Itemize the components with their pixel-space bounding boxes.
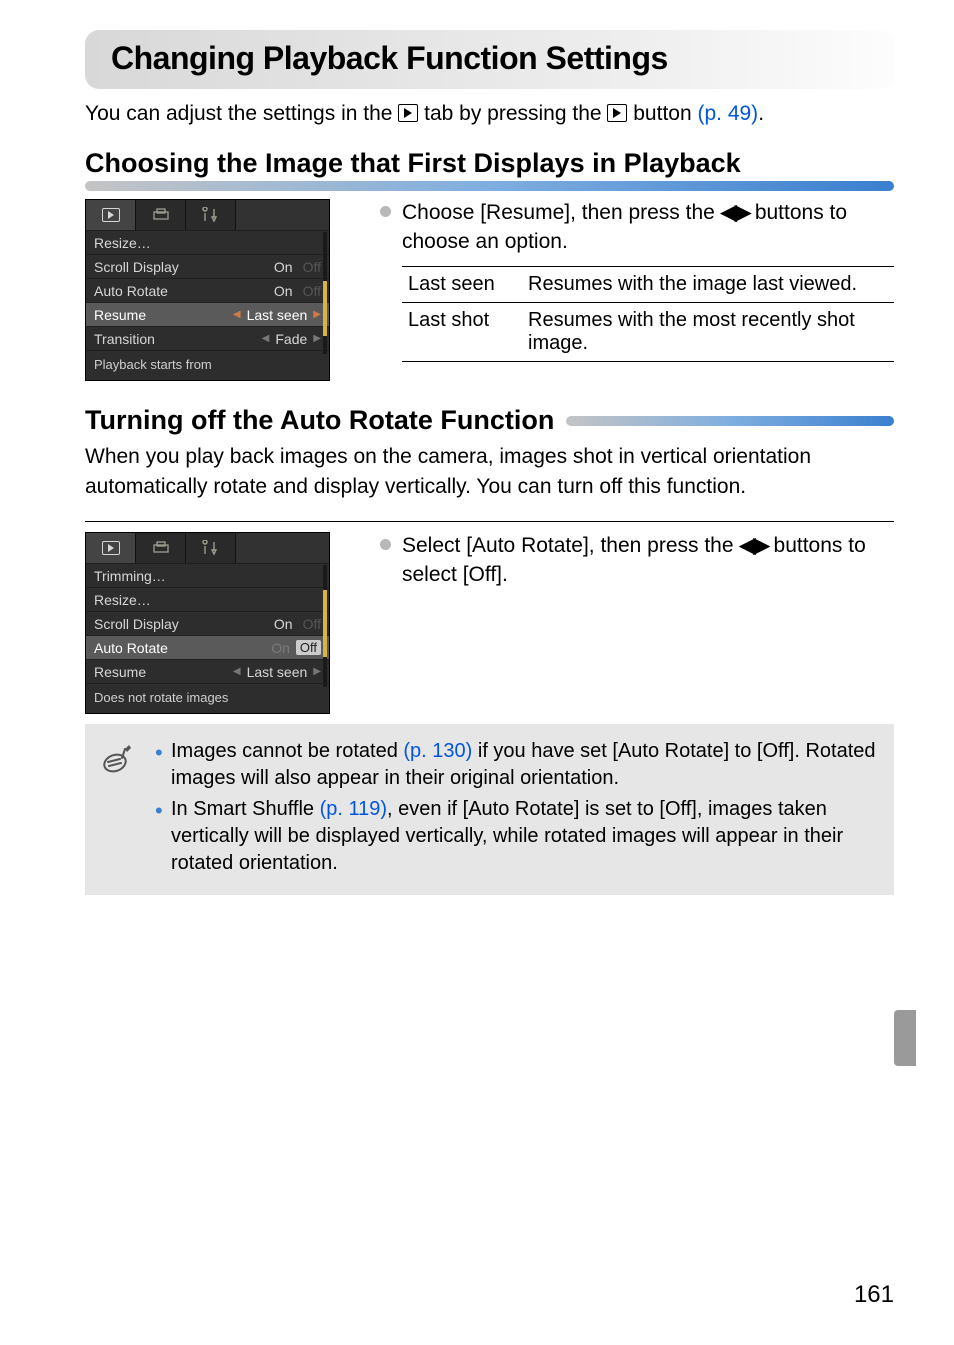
heading-rule	[566, 416, 894, 426]
lcd-row-label: Resume	[94, 307, 146, 323]
tools-icon	[202, 540, 220, 556]
lcd-row-value: ◀Last seen▶	[233, 307, 321, 323]
note-box: Images cannot be rotated (p. 130) if you…	[85, 724, 894, 895]
playback-icon	[102, 208, 120, 222]
lcd-hint: Does not rotate images	[86, 683, 329, 713]
lcd-tab-setup	[186, 533, 236, 563]
note-item: In Smart Shuffle (p. 119), even if [Auto…	[155, 796, 876, 877]
option-key: Last shot	[402, 303, 522, 362]
page-ref-link[interactable]: (p. 49)	[697, 102, 758, 125]
section-title: Choosing the Image that First Displays i…	[85, 148, 741, 178]
lcd-tab-setup	[186, 200, 236, 230]
option-desc: Resumes with the most recently shot imag…	[522, 303, 894, 362]
lcd-menu-row: Transition ◀Fade▶	[86, 326, 329, 350]
text: You can adjust the settings in the	[85, 102, 398, 125]
lcd-row-label: Resize…	[94, 235, 151, 251]
playback-button-icon	[607, 104, 627, 122]
lcd-menu-row: Resize…	[86, 230, 329, 254]
lcd-tab-row	[86, 533, 329, 563]
section-intro: When you play back images on the camera,…	[85, 442, 894, 501]
text: In Smart Shuffle	[171, 798, 320, 820]
text: Images cannot be rotated	[171, 740, 403, 762]
text: .	[758, 102, 764, 125]
chapter-heading: Changing Playback Function Settings	[85, 30, 894, 89]
lcd-row-label: Resize…	[94, 592, 151, 608]
table-row: Last seenResumes with the image last vie…	[402, 267, 894, 303]
heading-rule	[85, 181, 894, 191]
lcd-row-value: OnOff	[274, 283, 321, 299]
playback-icon	[102, 541, 120, 555]
side-thumb-tab	[894, 1010, 916, 1066]
lcd-row-label: Resume	[94, 664, 146, 680]
note-item: Images cannot be rotated (p. 130) if you…	[155, 738, 876, 792]
print-icon	[152, 541, 170, 555]
tools-icon	[202, 207, 220, 223]
text: button	[633, 102, 697, 125]
lcd-menu-row: Resume ◀Last seen▶	[86, 302, 329, 326]
table-row: Last shotResumes with the most recently …	[402, 303, 894, 362]
lcd-scrollbar	[323, 565, 327, 687]
lcd-row-label: Auto Rotate	[94, 283, 168, 299]
lcd-row-label: Transition	[94, 331, 155, 347]
resume-options-table: Last seenResumes with the image last vie…	[402, 266, 894, 362]
left-right-icon: ◀▶	[739, 534, 767, 557]
lcd-row-value: ◀Last seen▶	[233, 664, 321, 680]
camera-lcd-autorotate: Trimming…Resize…Scroll DisplayOnOffAuto …	[85, 532, 330, 714]
step-bullet-icon	[380, 539, 391, 550]
lcd-row-label: Auto Rotate	[94, 640, 168, 656]
left-right-icon: ◀▶	[721, 201, 749, 224]
section-title: Turning off the Auto Rotate Function	[85, 405, 554, 436]
lcd-row-label: Trimming…	[94, 568, 166, 584]
text: Select [Auto Rotate], then press the	[402, 534, 739, 557]
text: tab by pressing the	[424, 102, 607, 125]
lcd-row-value: OnOff	[274, 616, 321, 632]
lcd-row-label: Scroll Display	[94, 616, 179, 632]
chapter-intro: You can adjust the settings in the tab b…	[85, 99, 894, 128]
divider	[85, 521, 894, 522]
text: Choose [Resume], then press the	[402, 201, 721, 224]
lcd-menu-row: Resume ◀Last seen▶	[86, 659, 329, 683]
lcd-menu-row: Scroll Display OnOff	[86, 254, 329, 278]
section-heading-autorotate: Turning off the Auto Rotate Function	[85, 405, 894, 436]
lcd-row-label: Scroll Display	[94, 259, 179, 275]
instruction: Choose [Resume], then press the ◀▶ butto…	[402, 199, 894, 256]
playback-tab-icon	[398, 104, 418, 122]
lcd-tab-playback	[86, 533, 136, 563]
lcd-tab-print	[136, 533, 186, 563]
lcd-hint: Playback starts from	[86, 350, 329, 380]
lcd-row-value: OnOff	[274, 259, 321, 275]
camera-lcd-resume: Resize… Scroll Display OnOff Auto Rotate OnO…	[85, 199, 330, 381]
lcd-scrollbar	[323, 232, 327, 354]
lcd-menu-row: Trimming…	[86, 563, 329, 587]
lcd-row-value: ◀Fade▶	[262, 331, 321, 347]
step-bullet-icon	[380, 206, 391, 217]
instruction: Select [Auto Rotate], then press the ◀▶ …	[402, 532, 894, 589]
page-ref-link[interactable]: (p. 119)	[320, 798, 387, 820]
lcd-menu-row: Scroll Display OnOff	[86, 611, 329, 635]
print-icon	[152, 208, 170, 222]
lcd-tab-playback	[86, 200, 136, 230]
lcd-row-value: OnOff	[271, 640, 321, 656]
lcd-menu-row: Resize…	[86, 587, 329, 611]
section-heading-resume: Choosing the Image that First Displays i…	[85, 148, 894, 191]
lcd-menu-row: Auto Rotate OnOff	[86, 635, 329, 659]
page-number: 161	[854, 1281, 894, 1309]
chapter-title: Changing Playback Function Settings	[111, 40, 876, 77]
lcd-menu-row: Auto Rotate OnOff	[86, 278, 329, 302]
note-icon	[99, 738, 133, 881]
lcd-tab-row	[86, 200, 329, 230]
option-key: Last seen	[402, 267, 522, 303]
page-ref-link[interactable]: (p. 130)	[403, 740, 472, 762]
lcd-tab-print	[136, 200, 186, 230]
option-desc: Resumes with the image last viewed.	[522, 267, 894, 303]
